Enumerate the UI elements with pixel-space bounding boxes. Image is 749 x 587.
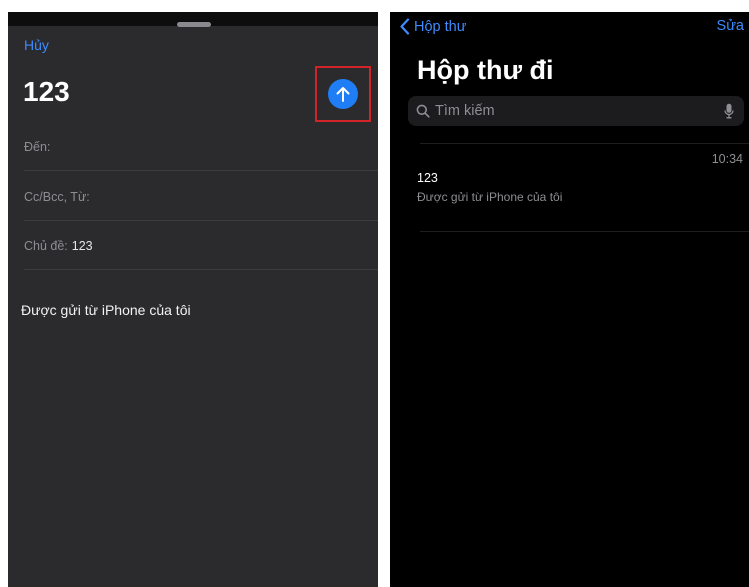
compose-subject-title: 123	[23, 76, 70, 107]
cc-bcc-from-field[interactable]: Cc/Bcc, Từ:	[24, 173, 378, 221]
search-bar[interactable]	[408, 96, 744, 126]
list-divider	[420, 231, 749, 232]
mail-time: 10:34	[711, 152, 743, 166]
to-field[interactable]: Đến:	[24, 123, 378, 171]
message-body[interactable]: Được gửi từ iPhone của tôi	[21, 302, 191, 318]
compose-sheet-panel: Hủy 123 Đến: Cc/Bcc, Từ: Chủ đề: 123 Đượ…	[8, 12, 378, 587]
subject-label: Chủ đề:	[24, 238, 68, 253]
send-button[interactable]	[328, 79, 358, 109]
cc-bcc-from-label: Cc/Bcc, Từ:	[24, 189, 90, 204]
subject-field[interactable]: Chủ đề: 123	[24, 222, 378, 270]
back-to-mailboxes-button[interactable]: Hộp thư	[400, 18, 466, 35]
search-input[interactable]	[435, 103, 724, 119]
outbox-panel: Hộp thư Sửa Hộp thư đi 10:34 123 Được gử…	[390, 12, 749, 587]
back-label: Hộp thư	[414, 18, 467, 35]
cancel-button[interactable]: Hủy	[24, 37, 49, 53]
to-label: Đến:	[24, 139, 51, 154]
subject-value: 123	[71, 238, 93, 253]
arrow-up-icon	[336, 87, 350, 102]
mail-list-item[interactable]: 10:34 123 Được gửi từ iPhone của tôi	[390, 144, 749, 232]
chevron-left-icon	[400, 18, 410, 35]
search-icon	[416, 104, 430, 118]
mail-subject: 123	[417, 171, 438, 185]
mail-preview: Được gửi từ iPhone của tôi	[417, 190, 563, 204]
compose-sheet: Hủy 123 Đến: Cc/Bcc, Từ: Chủ đề: 123 Đượ…	[8, 12, 378, 587]
sheet-grabber[interactable]	[177, 22, 211, 27]
edit-button[interactable]: Sửa	[717, 18, 744, 34]
microphone-icon[interactable]	[724, 103, 734, 119]
page-title: Hộp thư đi	[417, 55, 554, 85]
